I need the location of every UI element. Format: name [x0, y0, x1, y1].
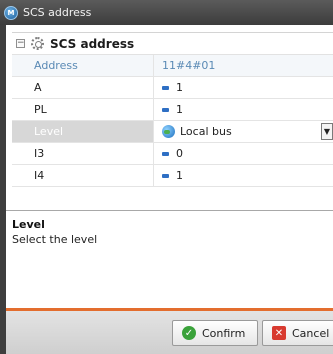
- description-panel: Level Select the level: [6, 210, 333, 307]
- property-value-text: 1: [176, 103, 183, 116]
- blue-bar-icon: [162, 173, 169, 178]
- description-text: Select the level: [12, 233, 98, 246]
- group-title: SCS address: [50, 36, 135, 51]
- property-row-level[interactable]: Level Local bus ▼: [12, 121, 333, 143]
- property-value-text: 1: [176, 81, 183, 94]
- cancel-button[interactable]: ✕ Cancel: [262, 320, 333, 346]
- dropdown-arrow-icon[interactable]: ▼: [321, 123, 333, 140]
- property-value-text: 1: [176, 169, 183, 182]
- window-titlebar: M SCS address: [0, 0, 333, 25]
- property-grid: − SCS address Address 11#4#01 A 1 PL 1 L…: [12, 32, 333, 205]
- property-name: I4: [12, 165, 154, 186]
- property-name: Address: [12, 55, 154, 76]
- property-name: PL: [12, 99, 154, 120]
- app-icon: M: [4, 5, 18, 20]
- property-row-a[interactable]: A 1: [12, 77, 333, 99]
- blue-bar-icon: [162, 151, 169, 156]
- close-icon: ✕: [272, 326, 286, 340]
- window-title: SCS address: [23, 6, 92, 19]
- gear-icon: [31, 37, 44, 50]
- blue-bar-icon: [162, 85, 169, 90]
- property-value-text: 0: [176, 147, 183, 160]
- property-row-i3[interactable]: I3 0: [12, 143, 333, 165]
- property-value[interactable]: 1: [154, 99, 333, 120]
- dialog-footer: ✓ Confirm ✕ Cancel: [6, 311, 333, 354]
- property-value: 11#4#01: [154, 55, 333, 76]
- collapse-toggle-icon[interactable]: −: [16, 39, 25, 48]
- property-group-header[interactable]: − SCS address: [12, 33, 333, 55]
- address-value: 11#4#01: [162, 59, 216, 72]
- property-value[interactable]: 1: [154, 165, 333, 186]
- description-title: Level: [12, 218, 45, 231]
- level-select[interactable]: Local bus ▼: [154, 121, 333, 142]
- property-value-text: Local bus: [180, 125, 232, 138]
- check-icon: ✓: [182, 326, 196, 340]
- property-row-pl[interactable]: PL 1: [12, 99, 333, 121]
- property-name: A: [12, 77, 154, 98]
- cancel-label: Cancel: [292, 326, 330, 340]
- property-value[interactable]: 1: [154, 77, 333, 98]
- confirm-button[interactable]: ✓ Confirm: [172, 320, 258, 346]
- property-name: Level: [12, 121, 154, 142]
- blue-bar-icon: [162, 107, 169, 112]
- property-name: I3: [12, 143, 154, 164]
- confirm-label: Confirm: [202, 326, 246, 340]
- globe-icon: [162, 125, 175, 138]
- property-row-i4[interactable]: I4 1: [12, 165, 333, 187]
- property-value[interactable]: 0: [154, 143, 333, 164]
- property-row-address[interactable]: Address 11#4#01: [12, 55, 333, 77]
